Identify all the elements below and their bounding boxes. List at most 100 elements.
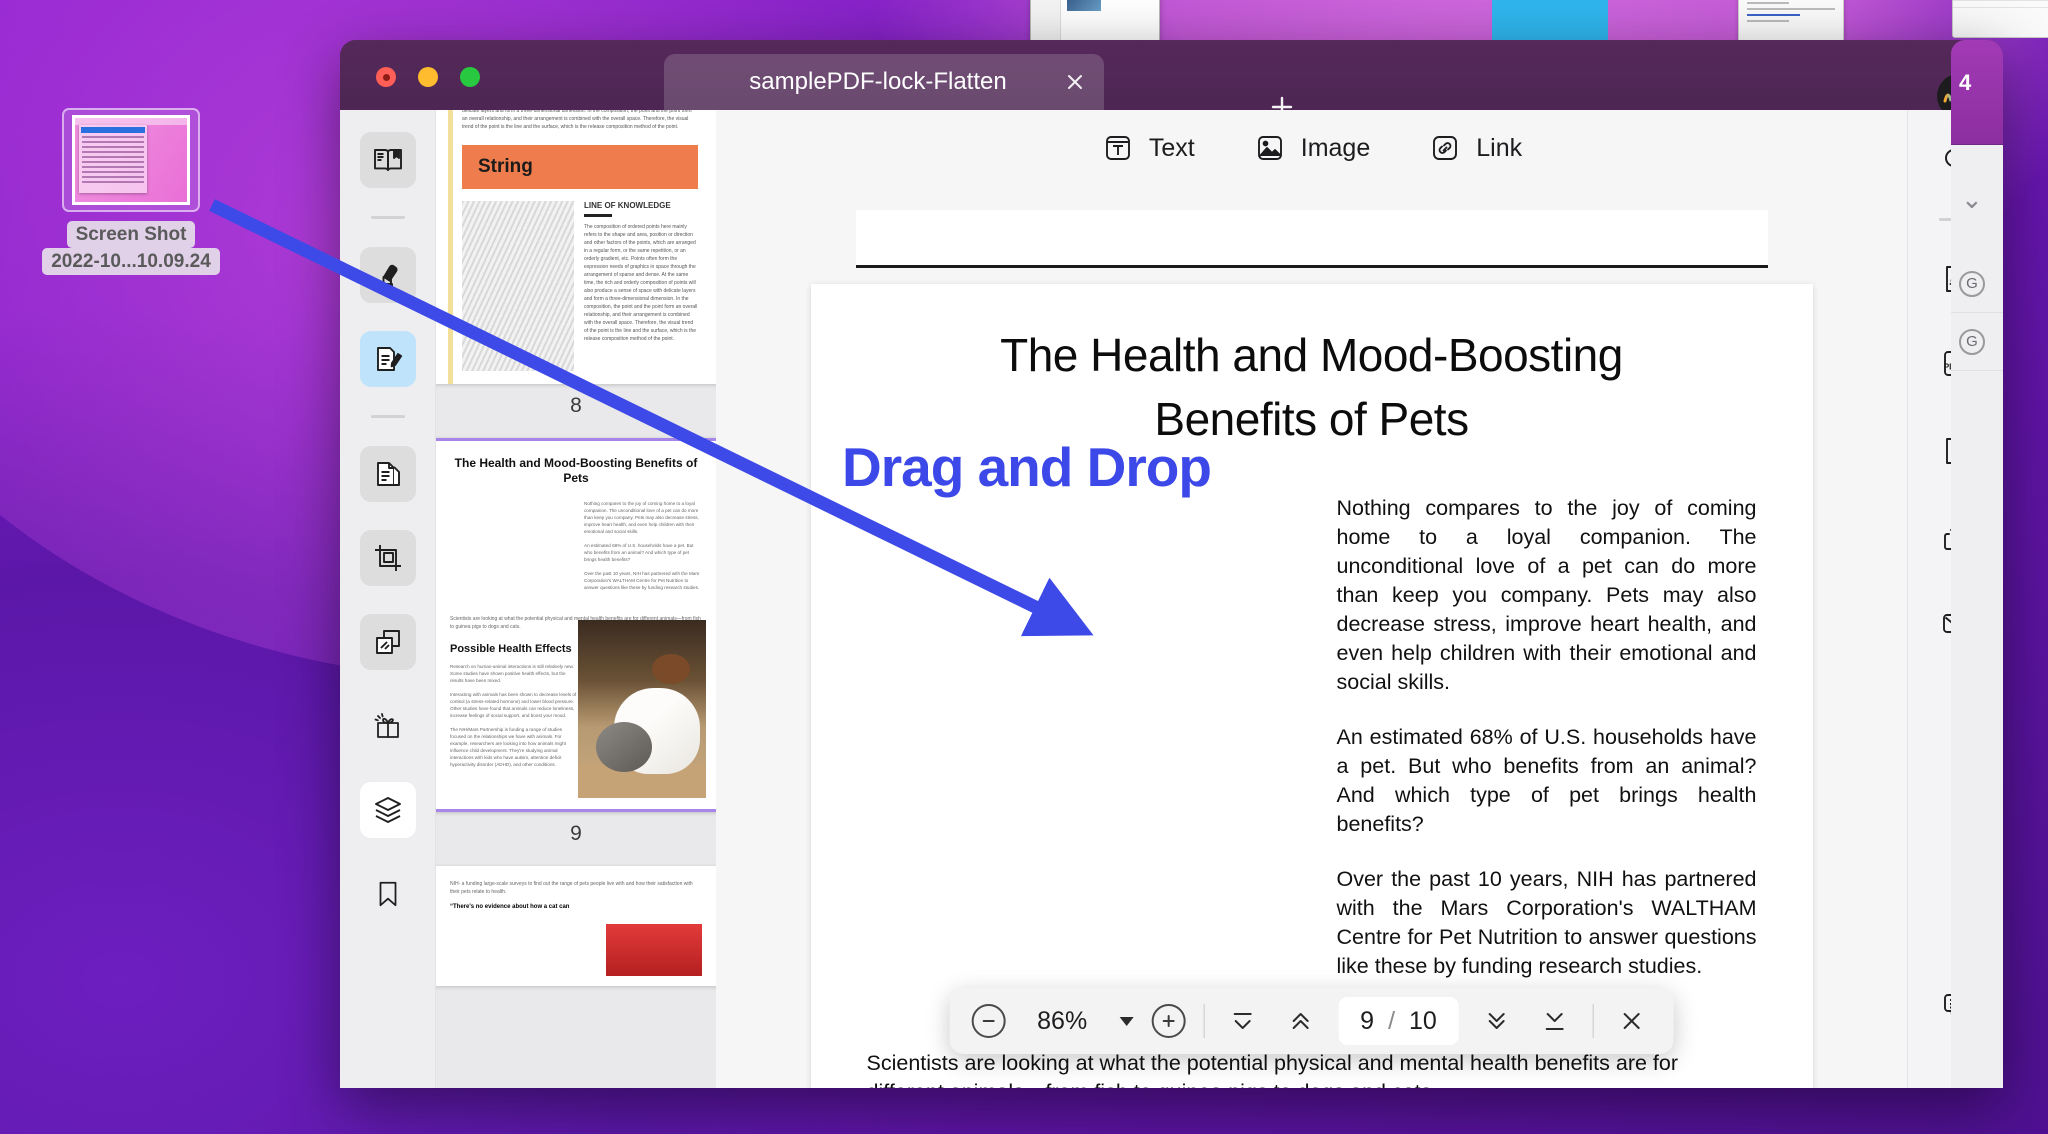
thumbnail-page-9[interactable]: The Health and Mood-Boosting Benefits of…: [436, 438, 716, 866]
rail-divider: [370, 415, 405, 418]
thumb9-c2: Interacting with animals has been shown …: [450, 692, 577, 718]
current-page-value: 9: [1360, 1006, 1375, 1035]
file-name-line-2: 2022-10...10.09.24: [42, 248, 220, 275]
thumb9-photo-pets: [578, 620, 706, 798]
thumb8-subheading: LINE OF KNOWLEDGE: [584, 201, 671, 210]
total-pages-value: 10: [1409, 1006, 1437, 1035]
toolbar-divider: [1203, 1004, 1205, 1038]
traffic-light-buttons: [376, 67, 480, 87]
sidebar-item-bookmarks[interactable]: [360, 866, 416, 922]
book-icon: [372, 144, 404, 176]
screenshot-thumbnail-icon: [72, 115, 190, 205]
row-badge: G: [1959, 270, 1985, 297]
window-titlebar: samplePDF-lock-Flatten: [340, 40, 2003, 118]
thumbnail-page-10[interactable]: NIH- a funding large-scale surveys to fi…: [436, 866, 716, 986]
thumb8-banner: String: [462, 145, 698, 189]
add-link-button[interactable]: Link: [1428, 131, 1522, 165]
document-viewer: Text Image Link The Health and Mood-Boos…: [716, 110, 1907, 1088]
next-page-icon[interactable]: [1477, 1001, 1517, 1041]
pdf-page-9[interactable]: The Health and Mood-Boosting Benefits of…: [810, 284, 1813, 1088]
sidebar-item-ocr-convert[interactable]: [359, 446, 416, 502]
sidebar-item-reader-mode[interactable]: [359, 132, 416, 188]
add-image-label: Image: [1300, 133, 1371, 162]
background-window-row: G: [1951, 313, 2003, 371]
close-window-button[interactable]: [376, 67, 396, 87]
page-wide-paragraph[interactable]: Scientists are looking at what the poten…: [867, 1049, 1757, 1088]
background-window-header: 4: [1951, 40, 2003, 144]
sidebar-item-gift-offers[interactable]: [360, 698, 416, 754]
prev-page-icon[interactable]: [1280, 1001, 1320, 1041]
close-toolbar-icon[interactable]: [1612, 1001, 1652, 1041]
sidebar-item-crop-page[interactable]: [359, 530, 416, 586]
page-thumbnail-panel[interactable]: intersection of two lines, at the top or…: [436, 110, 716, 1088]
thumb9-p3: Over the past 10 years, NIH has partnere…: [584, 571, 700, 590]
highlighter-icon: [372, 259, 404, 291]
sidebar-item-organize-pages[interactable]: [359, 614, 416, 670]
zoom-out-button[interactable]: [971, 1004, 1006, 1038]
layers-icon: [372, 794, 404, 826]
chevron-down-icon: ⌄: [1961, 184, 1983, 214]
thumbnail-page-8-number: 8: [570, 394, 582, 417]
zoom-level-value[interactable]: 86%: [1023, 1007, 1101, 1036]
duplicate-pages-icon: [372, 626, 404, 658]
desktop-file-screenshot[interactable]: Screen Shot 2022-10...10.09.24: [36, 108, 226, 275]
thumb9-c3: The NIH/Mars Partnership is funding a ra…: [450, 727, 566, 767]
thumbnail-page-8[interactable]: intersection of two lines, at the top or…: [436, 110, 716, 438]
minimize-window-button[interactable]: [418, 67, 438, 87]
drag-and-drop-label: Drag and Drop: [842, 436, 1212, 498]
background-window-peek[interactable]: 4 ⌄ G G: [1951, 40, 2003, 1088]
page-separator: /: [1388, 1006, 1396, 1035]
thumb8-image: [462, 201, 574, 371]
edit-content-toolbar: Text Image Link: [716, 110, 1907, 186]
page-two-column-body: Nothing compares to the joy of coming ho…: [867, 494, 1757, 1007]
first-page-icon[interactable]: [1222, 1001, 1262, 1041]
thumb9-p2: An estimated 68% of U.S. households have…: [584, 543, 694, 562]
thumbnail-page-9-number: 9: [570, 822, 582, 845]
zoom-in-button[interactable]: [1151, 1004, 1186, 1038]
page-navigation-toolbar: 86% 9 / 10: [949, 988, 1674, 1054]
image-icon: [1253, 131, 1287, 165]
add-text-button[interactable]: Text: [1101, 131, 1195, 165]
page-paragraph-3[interactable]: Over the past 10 years, NIH has partnere…: [1337, 865, 1757, 981]
previous-page-bottom-edge: [855, 210, 1768, 268]
page-paragraph-1[interactable]: Nothing compares to the joy of coming ho…: [1337, 494, 1757, 697]
add-link-label: Link: [1476, 133, 1523, 162]
thumb8-paragraph: The composition of ordered points here m…: [462, 110, 692, 130]
bookmark-icon: [373, 879, 403, 909]
link-chain-icon: [1428, 131, 1462, 165]
last-page-icon[interactable]: [1535, 1001, 1575, 1041]
desktop: Screen Shot 2022-10...10.09.24 samplePDF…: [0, 0, 2048, 1134]
thumbnail-page-8-preview[interactable]: intersection of two lines, at the top or…: [436, 110, 716, 384]
page-paragraph-2[interactable]: An estimated 68% of U.S. households have…: [1337, 723, 1757, 839]
page-title-line-1: The Health and Mood-Boosting: [1000, 329, 1623, 381]
sidebar-item-annotate-highlight[interactable]: [359, 247, 416, 303]
file-icon-frame: [62, 108, 200, 212]
background-window-row: G: [1951, 255, 2003, 313]
sidebar-item-edit-pdf[interactable]: [359, 331, 416, 387]
sidebar-item-layers[interactable]: [359, 782, 416, 838]
thumb9-c1: Research on human-animal interactions is…: [450, 664, 574, 683]
add-image-button[interactable]: Image: [1253, 131, 1370, 165]
desktop-item-spreadsheet-window[interactable]: [1952, 0, 2048, 38]
rail-divider: [370, 216, 405, 219]
thumb9-title: The Health and Mood-Boosting Benefits of…: [454, 456, 698, 485]
gift-icon: [372, 710, 404, 742]
page-number-input[interactable]: 9 / 10: [1338, 997, 1459, 1045]
row-badge: G: [1959, 328, 1985, 355]
page-scroll-area[interactable]: The Health and Mood-Boosting Benefits of…: [716, 186, 1907, 1088]
document-tab[interactable]: samplePDF-lock-Flatten: [664, 54, 1104, 110]
thumbnail-page-9-preview[interactable]: The Health and Mood-Boosting Benefits of…: [436, 438, 716, 812]
thumb9-p1: Nothing compares to the joy of coming ho…: [584, 501, 699, 534]
page-left-column-empty: [867, 494, 1327, 1007]
file-name-line-1: Screen Shot: [66, 221, 196, 248]
crop-icon: [372, 542, 404, 574]
toolbar-divider: [1592, 1004, 1594, 1038]
left-tool-rail: [340, 110, 436, 1088]
zoom-window-button[interactable]: [460, 67, 480, 87]
text-box-icon: [1101, 131, 1135, 165]
add-text-label: Text: [1148, 133, 1195, 162]
page-right-column: Nothing compares to the joy of coming ho…: [1327, 494, 1757, 1007]
close-icon[interactable]: [1058, 65, 1092, 99]
caret-down-icon[interactable]: [1119, 1016, 1134, 1026]
thumbnail-page-10-preview[interactable]: NIH- a funding large-scale surveys to fi…: [436, 866, 716, 986]
